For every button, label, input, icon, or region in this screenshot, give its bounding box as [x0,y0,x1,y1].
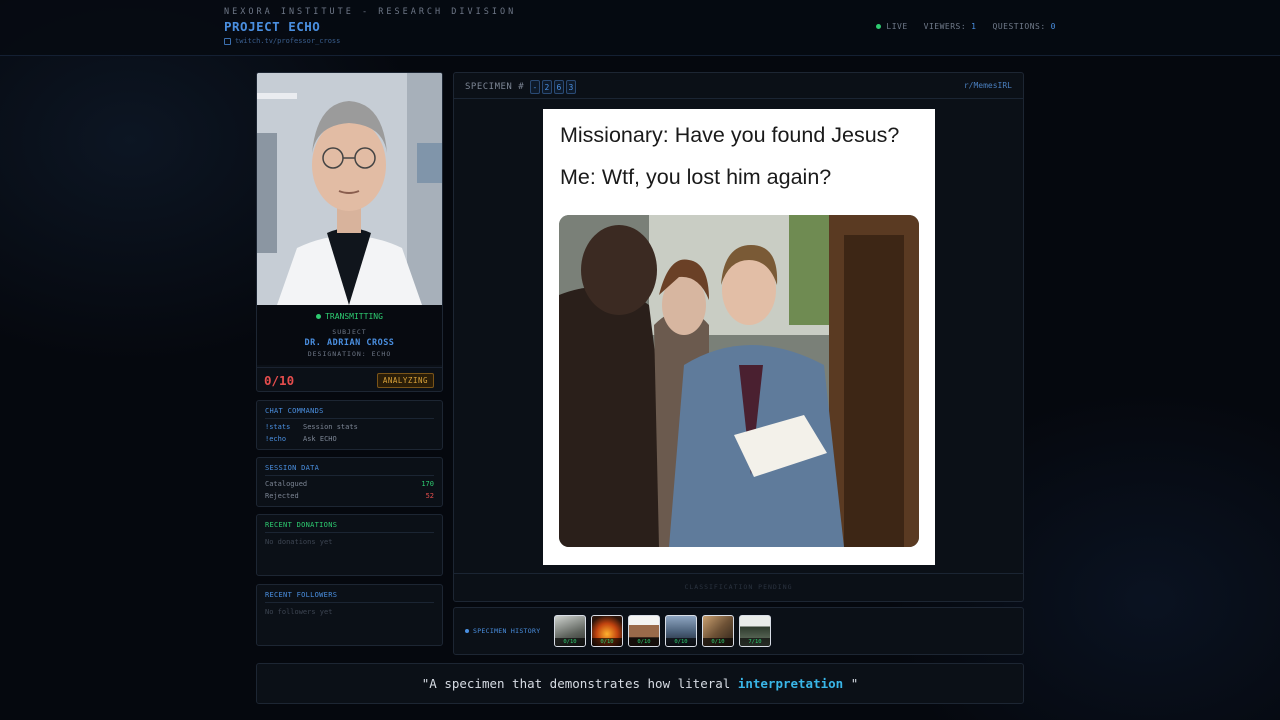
command-row: !stats Session stats [265,423,434,431]
meme-caption-line: Me: Wtf, you lost him again? [560,165,832,189]
brand-block: NEXORA INSTITUTE - RESEARCH DIVISION PRO… [224,7,516,45]
catalogued-row: Catalogued 170 [265,480,434,488]
donations-panel: RECENT DONATIONS No donations yet [256,514,443,576]
command-key: !stats [265,423,291,431]
chat-commands-title: CHAT COMMANDS [265,407,434,419]
followers-panel: RECENT FOLLOWERS No followers yet [256,584,443,646]
catalogued-label: Catalogued [265,480,308,488]
command-desc: Ask ECHO [303,435,337,443]
subject-profile-card: TRANSMITTING SUBJECT DR. ADRIAN CROSS DE… [256,72,443,392]
specimen-digit: 6 [554,80,565,94]
analysis-quote: "A specimen that demonstrates how litera… [256,663,1024,704]
history-thumbnail[interactable]: 0/10 [702,615,734,647]
history-dot-icon [465,629,469,633]
thumbnail-score: 0/10 [555,638,585,646]
viewers-stat: VIEWERS: 1 [924,22,977,31]
specimen-header: SPECIMEN # - 2 6 3 r/MemesIRL [454,73,1023,99]
transmit-dot-icon [316,314,322,319]
thumbnail-score: 0/10 [703,638,733,646]
transmit-label: TRANSMITTING [325,312,383,321]
live-indicator: LIVE [876,22,907,31]
rejected-row: Rejected 52 [265,492,434,500]
catalogued-value: 170 [421,480,434,488]
project-title: PROJECT ECHO [224,19,321,34]
donations-empty: No donations yet [265,538,333,546]
subject-name: DR. ADRIAN CROSS [304,338,395,348]
quote-text: "A specimen that demonstrates how litera… [421,676,738,691]
history-thumbnail[interactable]: 0/10 [554,615,586,647]
specimen-history: SPECIMEN HISTORY 0/10 0/10 0/10 0/10 0/1… [453,607,1024,655]
command-key: !echo [265,435,287,443]
thumbnail-score: 0/10 [666,638,696,646]
transmit-status: TRANSMITTING [257,312,442,321]
chat-commands-panel: CHAT COMMANDS !stats Session stats !echo… [256,400,443,450]
history-thumbnail[interactable]: 0/10 [628,615,660,647]
donations-title: RECENT DONATIONS [265,521,434,533]
subject-portrait [257,73,442,305]
rejected-label: Rejected [265,492,299,500]
viewers-value: 1 [971,22,977,31]
score-row: 0/10 ANALYZING [257,367,442,391]
session-data-panel: SESSION DATA Catalogued 170 Rejected 52 [256,457,443,507]
meme-photo [559,215,919,547]
current-score: 0/10 [264,373,295,388]
followers-title: RECENT FOLLOWERS [265,591,434,603]
meme-image: Missionary: Have you found Jesus? Me: Wt… [543,109,935,565]
history-thumbnail[interactable]: 0/10 [665,615,697,647]
viewers-label: VIEWERS: [923,22,967,31]
live-dot-icon [876,24,882,29]
followers-empty: No followers yet [265,608,333,616]
subject-caption: TRANSMITTING SUBJECT DR. ADRIAN CROSS DE… [257,305,442,365]
quote-end: " [843,676,859,691]
questions-value: 0 [1050,22,1056,31]
designation: DESIGNATION: ECHO [307,350,392,358]
top-bar: NEXORA INSTITUTE - RESEARCH DIVISION PRO… [0,0,1280,56]
specimen-viewer: SPECIMEN # - 2 6 3 r/MemesIRL Missionary… [453,72,1024,602]
command-desc: Session stats [303,423,358,431]
command-row: !echo Ask ECHO [265,435,434,443]
thumbnail-score: 7/10 [740,638,770,646]
specimen-number: SPECIMEN # - 2 6 3 [465,80,577,94]
specimen-digit: 3 [566,80,577,94]
history-title: SPECIMEN HISTORY [473,627,541,635]
specimen-label: SPECIMEN # [465,82,525,92]
history-thumbnail[interactable]: 0/10 [591,615,623,647]
thumbnail-score: 0/10 [592,638,622,646]
specimen-digit: 2 [542,80,553,94]
quote-highlight: interpretation [737,676,844,691]
live-label: LIVE [886,22,908,31]
session-data-title: SESSION DATA [265,464,434,476]
subject-label: SUBJECT [332,328,367,336]
classification-status: CLASSIFICATION PENDING [454,573,1023,601]
twitch-icon [224,37,231,45]
history-thumbnail[interactable]: 7/10 [739,615,771,647]
channel-url[interactable]: twitch.tv/professor_cross [235,37,340,45]
org-name: NEXORA INSTITUTE - RESEARCH DIVISION [224,7,517,17]
questions-label: QUESTIONS: [992,22,1046,31]
history-label: SPECIMEN HISTORY [465,627,540,635]
subreddit-link[interactable]: r/MemesIRL [964,81,1012,90]
questions-stat: QUESTIONS: 0 [993,22,1057,31]
history-thumbnails: 0/10 0/10 0/10 0/10 0/10 7/10 [554,615,771,647]
analyzing-badge: ANALYZING [376,373,434,388]
stream-stats: LIVE VIEWERS: 1 QUESTIONS: 0 [876,22,1056,31]
thumbnail-score: 0/10 [629,638,659,646]
rejected-value: 52 [425,492,434,500]
meme-caption-line: Missionary: Have you found Jesus? [560,123,900,147]
channel-link[interactable]: twitch.tv/professor_cross [224,37,516,45]
specimen-digit: - [530,80,541,94]
